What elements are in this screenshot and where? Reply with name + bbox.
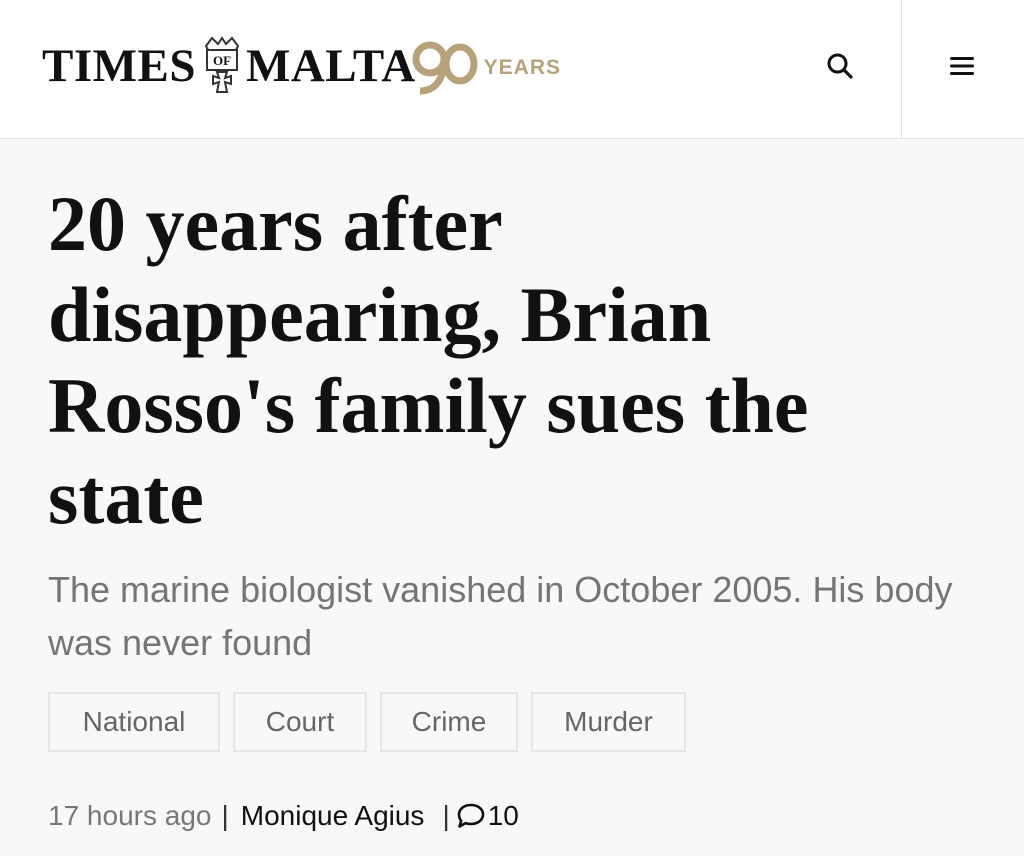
comment-count: 10 (487, 800, 519, 831)
logo-word-times: TIMES (42, 39, 196, 92)
header-divider (901, 0, 902, 138)
search-button[interactable] (812, 38, 868, 94)
tag-murder[interactable]: Murder (531, 692, 686, 752)
anniversary-90-mark: 90 (410, 37, 478, 95)
anniversary-years-label: YEARS (483, 56, 561, 79)
article-headline: 20 years after disappearing, Brian Rosso… (48, 180, 809, 540)
publish-time: 17 hours ago (48, 800, 212, 831)
meta-separator: | (442, 800, 450, 831)
crest-text: OF (213, 53, 231, 68)
article-meta: 17 hours ago | Monique Agius | 10 (48, 792, 519, 840)
comment-bubble-icon (457, 803, 485, 828)
site-logo[interactable]: TIMES OF MALTA 90 YEARS (42, 36, 561, 96)
menu-button[interactable] (934, 38, 990, 94)
tag-crime[interactable]: Crime (380, 692, 518, 752)
article-tags: National Court Crime Murder (48, 692, 699, 752)
tag-court[interactable]: Court (233, 692, 367, 752)
comments-link[interactable]: 10 (456, 800, 519, 832)
anniversary-number: 90 (410, 37, 412, 38)
search-icon (827, 53, 853, 79)
meta-separator: | (221, 800, 229, 831)
site-header: TIMES OF MALTA 90 YEARS (0, 0, 1024, 139)
hamburger-menu-icon (950, 57, 974, 75)
tag-national[interactable]: National (48, 692, 220, 752)
logo-word-malta: MALTA (246, 39, 416, 92)
crest-icon: OF (204, 36, 240, 93)
article-subheadline: The marine biologist vanished in October… (48, 569, 953, 663)
author-link[interactable]: Monique Agius (241, 800, 425, 832)
